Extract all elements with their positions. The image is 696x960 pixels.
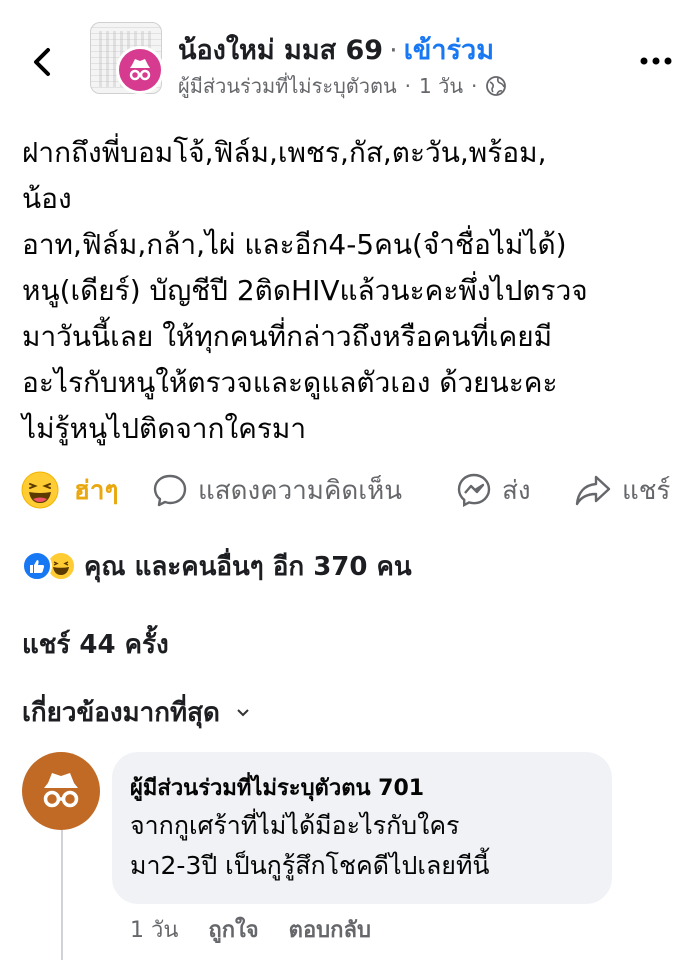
comment-avatar[interactable] [22, 752, 100, 830]
post-author[interactable]: ผู้มีส่วนร่วมที่ไม่ระบุตัวตน [178, 70, 397, 102]
post-actions: ฮ่าๆ แสดงความคิดเห็น ส่ง แชร์ [0, 466, 696, 514]
post-line: ฝากถึงพี่บอมโจ้,ฟิล์ม,เพชร,กัส,ตะวัน,พร้… [22, 136, 547, 169]
separator-dot: · [389, 35, 398, 66]
share-button[interactable]: แชร์ [574, 466, 670, 514]
anonymous-icon [129, 59, 151, 81]
more-dots-icon [640, 57, 672, 65]
anonymous-avatar[interactable] [116, 46, 164, 94]
post-line: หนู(เดียร์) บัญชีปี 2ติดHIVแล้วนะคะพึ่งไ… [22, 274, 588, 307]
thread-connector [61, 830, 63, 960]
reactions-count-text: คุณ และคนอื่นๆ อีก 370 คน [84, 551, 412, 582]
anonymous-icon [43, 773, 79, 808]
post-line: น้อง [22, 182, 72, 215]
comment-time[interactable]: 1 วัน [130, 912, 178, 947]
like-reaction-icon [22, 551, 52, 581]
globe-icon [486, 76, 507, 96]
comment-line: มา2-3ปี เป็นกูรู้สึกโชคดีไปเลยทีนี้ [130, 851, 490, 880]
separator-dot: · [471, 74, 478, 98]
share-label: แชร์ [622, 475, 671, 506]
chevron-left-icon [34, 48, 50, 76]
comment-icon [153, 474, 187, 507]
comment-sort-dropdown[interactable]: เกี่ยวข้องมากที่สุด [22, 692, 250, 733]
comment-meta: 1 วัน ถูกใจ ตอบกลับ [130, 912, 401, 947]
haha-emoji-icon [21, 471, 59, 509]
haha-reaction-button[interactable]: ฮ่าๆ [20, 466, 118, 514]
group-name[interactable]: น้องใหม่ มมส 69 [178, 35, 383, 66]
post-time[interactable]: 1 วัน [419, 70, 463, 102]
comment-like-button[interactable]: ถูกใจ [208, 912, 258, 947]
join-button[interactable]: เข้าร่วม [404, 35, 494, 66]
send-button[interactable]: ส่ง [456, 466, 531, 514]
reactions-summary[interactable]: คุณ และคนอื่นๆ อีก 370 คน [22, 546, 412, 586]
comment-reply-button[interactable]: ตอบกลับ [289, 912, 371, 947]
post-meta: ผู้มีส่วนร่วมที่ไม่ระบุตัวตน · 1 วัน · [178, 70, 507, 102]
post-line: อะไรกับหนูให้ตรวจและดูแลตัวเอง ด้วยนะคะ [22, 366, 558, 399]
messenger-icon [457, 473, 491, 508]
post-line: อาท,ฟิล์ม,กล้า,ไผ่ และอีก4-5คน(จำชื่อไม่… [22, 228, 567, 261]
comment-bubble[interactable]: ผู้มีส่วนร่วมที่ไม่ระบุตัวตน 701 จากกูเศ… [112, 752, 612, 904]
comment-button[interactable]: แสดงความคิดเห็น [152, 466, 402, 514]
post-line: มาวันนี้เลย ให้ทุกคนที่กล่าวถึงหรือคนที่… [22, 320, 553, 353]
chevron-down-icon [237, 708, 249, 716]
haha-label: ฮ่าๆ [74, 475, 119, 506]
post-body: ฝากถึงพี่บอมโจ้,ฟิล์ม,เพชร,กัส,ตะวัน,พร้… [22, 130, 672, 452]
send-label: ส่ง [502, 475, 531, 506]
post-header: น้องใหม่ มมส 69 · เข้าร่วม ผู้มีส่วนร่วมที… [0, 0, 696, 110]
more-options-button[interactable] [636, 46, 676, 76]
comment-author[interactable]: ผู้มีส่วนร่วมที่ไม่ระบุตัวตน 701 [130, 770, 594, 805]
separator-dot: · [404, 74, 412, 98]
share-arrow-icon [575, 475, 611, 506]
sort-label: เกี่ยวข้องมากที่สุด [22, 698, 220, 728]
post-line: ไม่รู้หนูไปติดจากใครมา [22, 412, 307, 445]
group-title-line: น้องใหม่ มมส 69 · เข้าร่วม [178, 28, 494, 71]
back-button[interactable] [28, 42, 62, 82]
comment-label: แสดงความคิดเห็น [198, 475, 403, 506]
share-count[interactable]: แชร์ 44 ครั้ง [22, 624, 169, 665]
comment-line: จากกูเศร้าที่ไม่ได้มีอะไรกับใคร [130, 811, 460, 840]
